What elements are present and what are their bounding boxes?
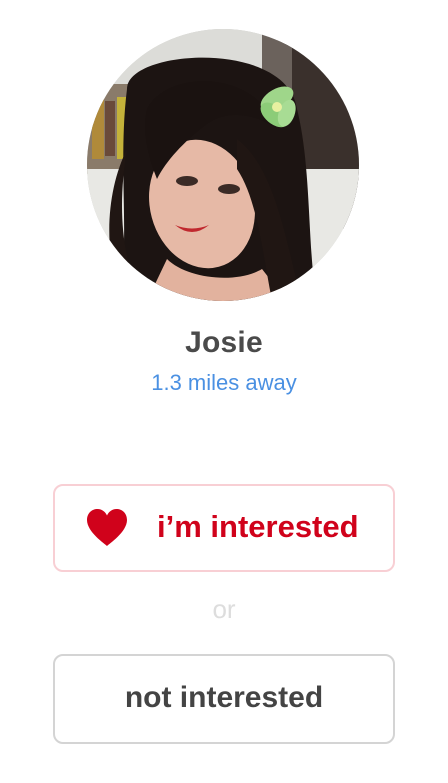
interested-label: i’m interested	[157, 509, 359, 544]
heart-icon	[85, 508, 129, 548]
profile-avatar	[87, 29, 359, 301]
profile-distance: 1.3 miles away	[151, 370, 297, 395]
not-interested-label: not interested	[124, 681, 324, 714]
profile-name: Josie	[185, 326, 263, 359]
or-separator: or	[212, 594, 236, 624]
interested-button[interactable]: i’m interested	[53, 484, 395, 572]
not-interested-button[interactable]: not interested	[53, 654, 395, 744]
